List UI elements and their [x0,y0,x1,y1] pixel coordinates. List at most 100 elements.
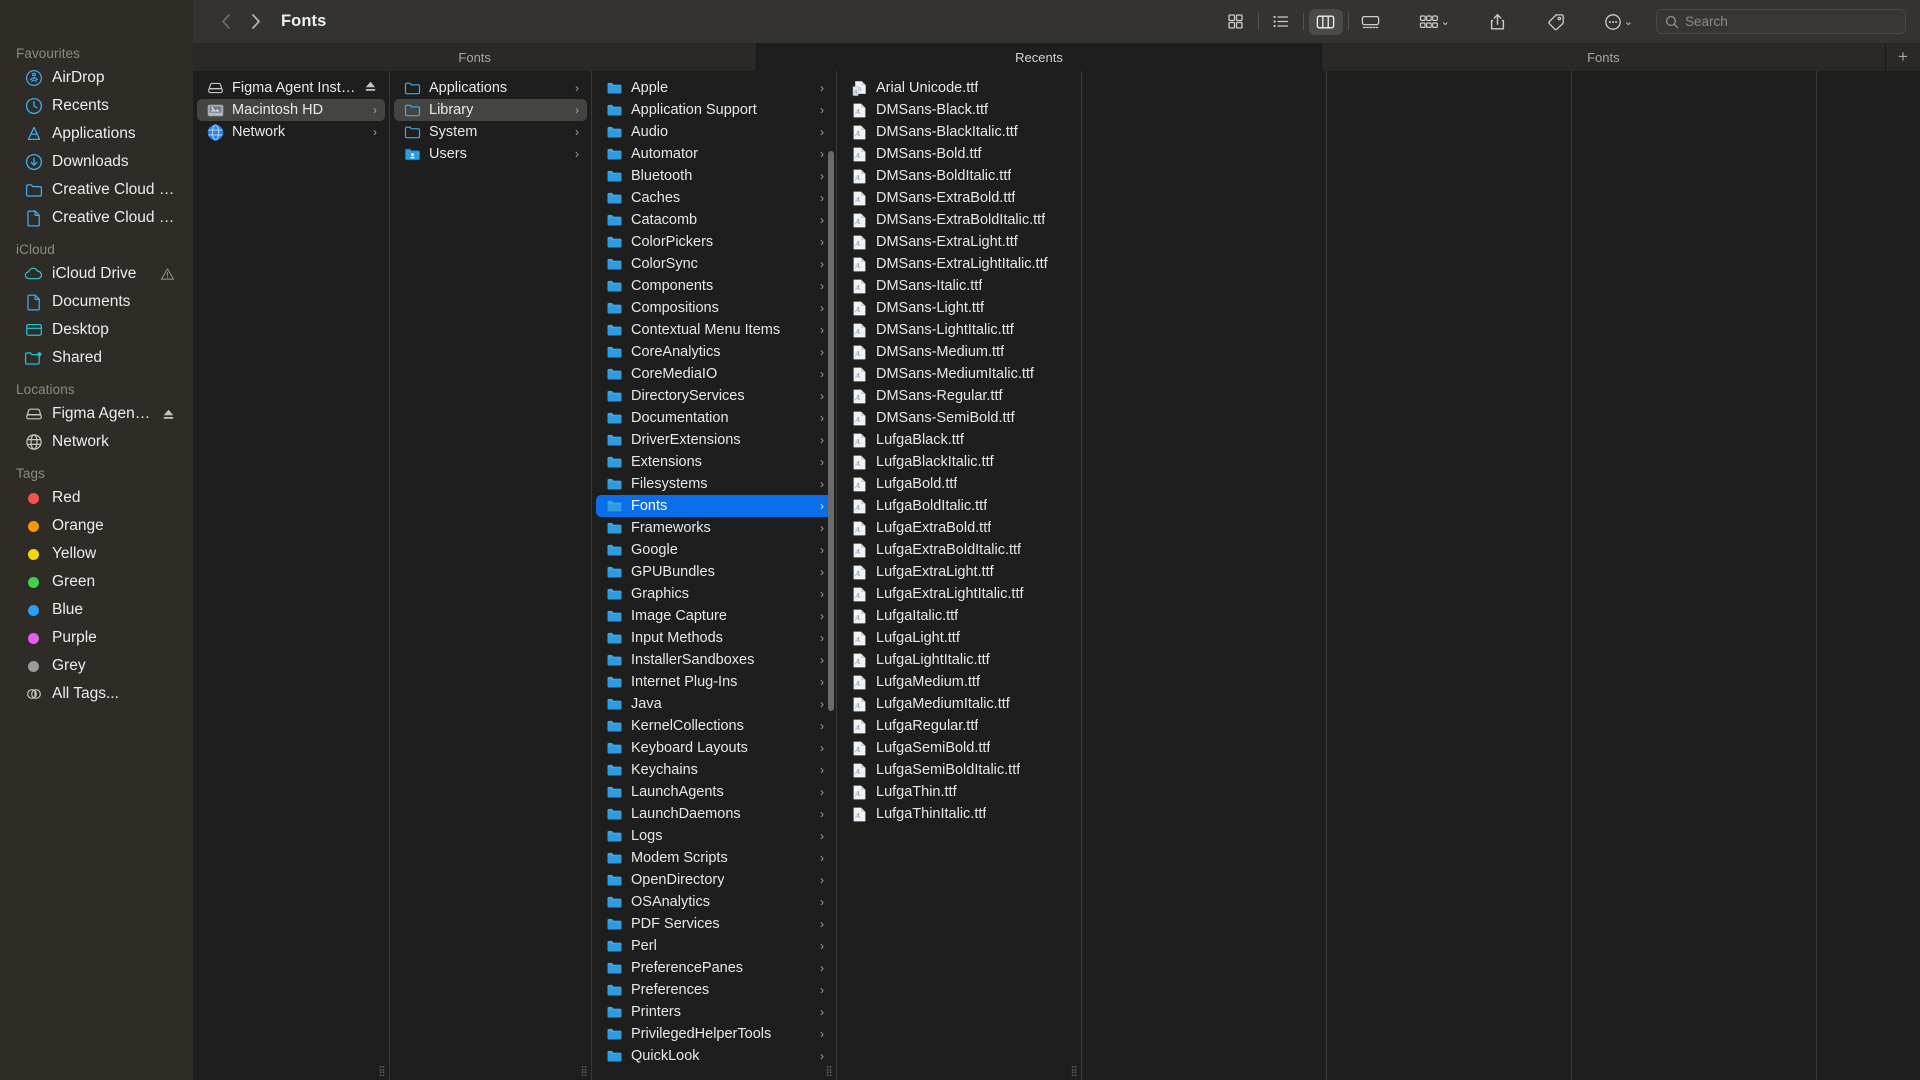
sidebar-item-all-tags[interactable]: All Tags... [8,680,185,708]
file-row[interactable]: A DMSans-LightItalic.ttf [841,319,1077,341]
sidebar-item-icloud-drive[interactable]: iCloud Drive [8,260,185,288]
file-row[interactable]: Apple › [596,77,832,99]
file-row[interactable]: A LufgaThin.ttf [841,781,1077,803]
sidebar-item-recents[interactable]: Recents [8,92,185,120]
file-row[interactable]: A A Arial Unicode.ttf [841,77,1077,99]
sidebar-item-orange[interactable]: Orange [8,512,185,540]
new-tab-button[interactable]: + [1886,43,1920,71]
file-row[interactable]: A DMSans-Italic.ttf [841,275,1077,297]
list-view-button[interactable] [1264,9,1298,35]
file-row[interactable]: KernelCollections › [596,715,832,737]
sidebar-item-network[interactable]: Network [8,428,185,456]
file-row[interactable]: Java › [596,693,832,715]
file-row[interactable]: Library › [394,99,587,121]
file-row[interactable]: Automator › [596,143,832,165]
file-row[interactable]: Internet Plug-Ins › [596,671,832,693]
file-row[interactable]: LaunchAgents › [596,781,832,803]
eject-icon[interactable] [364,80,377,96]
file-row[interactable]: A LufgaSemiBold.ttf [841,737,1077,759]
file-row[interactable]: Image Capture › [596,605,832,627]
back-button[interactable] [211,8,241,36]
file-row[interactable]: A LufgaExtraLightItalic.ttf [841,583,1077,605]
file-row[interactable]: A LufgaBlackItalic.ttf [841,451,1077,473]
file-row[interactable]: A DMSans-Bold.ttf [841,143,1077,165]
file-row[interactable]: A LufgaItalic.ttf [841,605,1077,627]
file-row[interactable]: LaunchDaemons › [596,803,832,825]
file-row[interactable]: A DMSans-Black.ttf [841,99,1077,121]
sidebar-item-grey[interactable]: Grey [8,652,185,680]
file-row[interactable]: Applications › [394,77,587,99]
icon-view-button[interactable] [1219,9,1253,35]
file-row[interactable]: Users › [394,143,587,165]
sidebar-item-blue[interactable]: Blue [8,596,185,624]
file-row[interactable]: GPUBundles › [596,561,832,583]
file-row[interactable]: OSAnalytics › [596,891,832,913]
file-row[interactable]: Fonts › [596,495,832,517]
sidebar-item-desktop[interactable]: Desktop [8,316,185,344]
file-row[interactable]: Modem Scripts › [596,847,832,869]
file-row[interactable]: PrivilegedHelperTools › [596,1023,832,1045]
file-row[interactable]: A LufgaLightItalic.ttf [841,649,1077,671]
file-row[interactable]: A LufgaExtraBold.ttf [841,517,1077,539]
search-field[interactable]: Search [1656,9,1906,34]
file-row[interactable]: InstallerSandboxes › [596,649,832,671]
sidebar-item-applications[interactable]: Applications [8,120,185,148]
file-row[interactable]: A DMSans-ExtraLightItalic.ttf [841,253,1077,275]
file-row[interactable]: Extensions › [596,451,832,473]
column-resize-handle[interactable]: ⣿ [824,1066,834,1078]
file-row[interactable]: Keychains › [596,759,832,781]
file-row[interactable]: ColorSync › [596,253,832,275]
file-row[interactable]: ColorPickers › [596,231,832,253]
file-row[interactable]: A LufgaExtraLight.ttf [841,561,1077,583]
file-row[interactable]: Bluetooth › [596,165,832,187]
file-row[interactable]: Components › [596,275,832,297]
tab-fonts[interactable]: Fonts [193,43,758,71]
forward-button[interactable] [241,8,271,36]
file-row[interactable]: A DMSans-Light.ttf [841,297,1077,319]
column-resize-handle[interactable]: ⣿ [1069,1066,1079,1078]
file-row[interactable]: CoreAnalytics › [596,341,832,363]
tag-button[interactable] [1539,9,1573,35]
file-row[interactable]: Caches › [596,187,832,209]
column-resize-handle[interactable]: ⣿ [377,1066,387,1078]
file-row[interactable]: A DMSans-ExtraBoldItalic.ttf [841,209,1077,231]
file-row[interactable]: A DMSans-ExtraLight.ttf [841,231,1077,253]
sidebar-item-yellow[interactable]: Yellow [8,540,185,568]
file-row[interactable]: A LufgaMedium.ttf [841,671,1077,693]
tab-recents[interactable]: Recents [757,43,1322,71]
column-resize-handle[interactable]: ⣿ [579,1066,589,1078]
file-row[interactable]: DriverExtensions › [596,429,832,451]
file-row[interactable]: Compositions › [596,297,832,319]
more-options-button[interactable]: ⌄ [1597,9,1640,35]
file-row[interactable]: A DMSans-Medium.ttf [841,341,1077,363]
gallery-view-button[interactable] [1354,9,1388,35]
sidebar-item-downloads[interactable]: Downloads [8,148,185,176]
file-row[interactable]: Documentation › [596,407,832,429]
file-row[interactable]: Macintosh HD › [197,99,385,121]
file-row[interactable]: Application Support › [596,99,832,121]
sidebar-item-green[interactable]: Green [8,568,185,596]
share-button[interactable] [1481,9,1515,35]
file-row[interactable]: Input Methods › [596,627,832,649]
file-row[interactable]: A DMSans-ExtraBold.ttf [841,187,1077,209]
file-row[interactable]: Graphics › [596,583,832,605]
sidebar-item-shared[interactable]: Shared [8,344,185,372]
file-row[interactable]: Filesystems › [596,473,832,495]
file-row[interactable]: Audio › [596,121,832,143]
group-by-button[interactable]: ⌄ [1412,9,1457,35]
sidebar-item-creative-cloud-files[interactable]: Creative Cloud Files... [8,176,185,204]
file-row[interactable]: A LufgaSemiBoldItalic.ttf [841,759,1077,781]
file-row[interactable]: A LufgaBold.ttf [841,473,1077,495]
file-row[interactable]: Frameworks › [596,517,832,539]
file-row[interactable]: Catacomb › [596,209,832,231]
sidebar-item-creative-cloud-files[interactable]: Creative Cloud Files [8,204,185,232]
file-row[interactable]: System › [394,121,587,143]
file-row[interactable]: QuickLook › [596,1045,832,1067]
file-row[interactable]: OpenDirectory › [596,869,832,891]
file-row[interactable]: A DMSans-Regular.ttf [841,385,1077,407]
file-row[interactable]: Logs › [596,825,832,847]
file-row[interactable]: A LufgaThinItalic.ttf [841,803,1077,825]
file-row[interactable]: Figma Agent Installer [197,77,385,99]
file-row[interactable]: Preferences › [596,979,832,1001]
file-row[interactable]: A LufgaLight.ttf [841,627,1077,649]
